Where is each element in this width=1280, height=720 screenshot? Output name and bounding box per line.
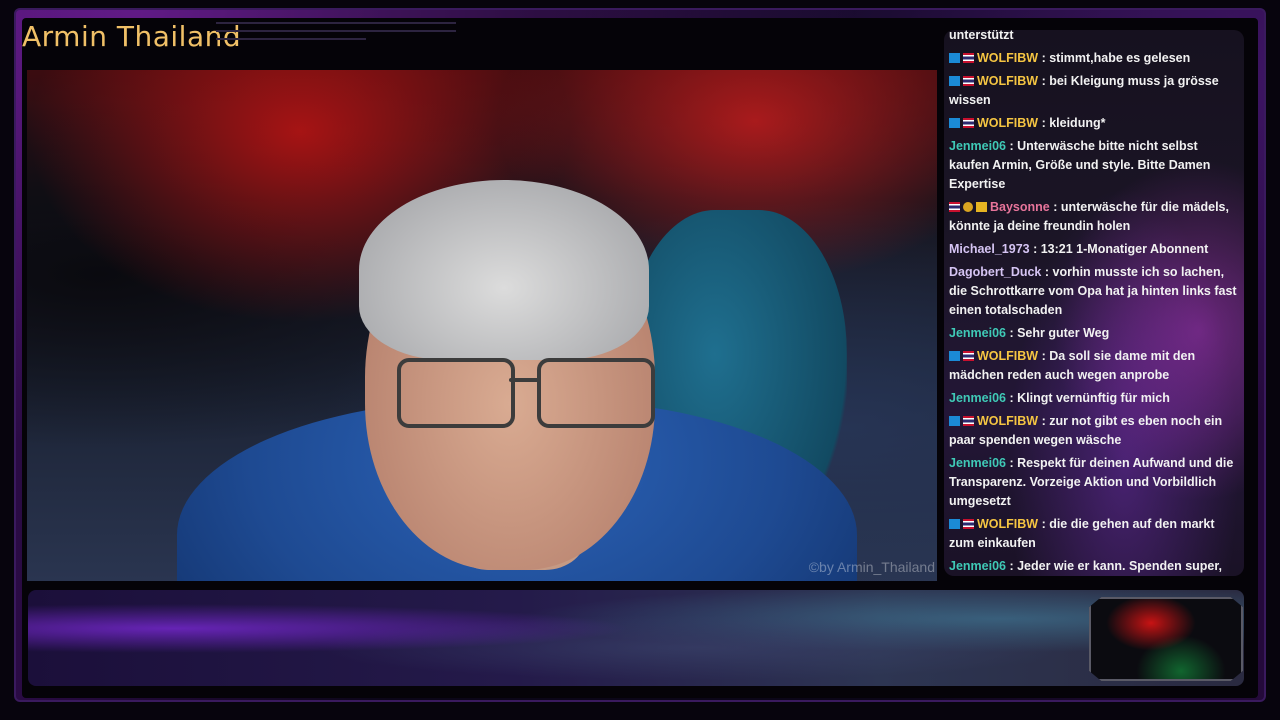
chat-username[interactable]: Michael_1973: [949, 242, 1030, 256]
chat-username[interactable]: WOLFIBW: [977, 517, 1038, 531]
badge-icon: [949, 416, 960, 426]
chat-separator: :: [1038, 349, 1050, 363]
glasses: [397, 358, 667, 428]
chat-separator: :: [1005, 391, 1018, 405]
chat-panel: unterstützt WOLFIBW : stimmt,habe es gel…: [944, 30, 1244, 576]
crown-icon: [976, 202, 987, 212]
chat-message: WOLFIBW : Da soll sie dame mit den mädch…: [949, 347, 1241, 385]
chat-separator: :: [1038, 517, 1050, 531]
chat-username[interactable]: Dagobert_Duck: [949, 265, 1041, 279]
chat-separator: :: [1005, 139, 1018, 153]
chat-message: Jenmei06 : Klingt vernünftig für mich: [949, 389, 1241, 408]
chat-separator: :: [1038, 51, 1050, 65]
chat-message: Michael_1973 : 13:21 1-Monatiger Abonnen…: [949, 240, 1241, 259]
chat-username[interactable]: Jenmei06: [949, 391, 1006, 405]
chat-message: Dagobert_Duck : vorhin musste ich so lac…: [949, 263, 1241, 320]
chat-username[interactable]: WOLFIBW: [977, 51, 1038, 65]
chat-message: WOLFIBW : bei Kleigung muss ja grösse wi…: [949, 72, 1241, 110]
chat-separator: :: [1005, 456, 1018, 470]
chat-username[interactable]: WOLFIBW: [977, 74, 1038, 88]
chat-separator: :: [1038, 116, 1050, 130]
chat-separator: :: [1029, 242, 1041, 256]
flag-icon: [963, 416, 974, 426]
chat-separator: :: [1038, 74, 1050, 88]
chat-username[interactable]: Jenmei06: [949, 559, 1006, 573]
chat-message: Jenmei06 : Unterwäsche bitte nicht selbs…: [949, 137, 1241, 194]
chat-separator: :: [1041, 265, 1053, 279]
streamer-hair: [359, 180, 649, 360]
badge-icon: [949, 76, 960, 86]
chat-message: WOLFIBW : kleidung*: [949, 114, 1241, 133]
bottom-banner: [28, 590, 1244, 686]
chat-partial-message: unterstützt: [949, 30, 1014, 42]
chat-text: kleidung*: [1049, 116, 1106, 130]
chat-username[interactable]: Jenmei06: [949, 456, 1006, 470]
chat-username[interactable]: Jenmei06: [949, 326, 1006, 340]
chat-separator: :: [1038, 414, 1050, 428]
chat-text: Klingt vernünftig für mich: [1017, 391, 1170, 405]
chat-separator: :: [1005, 326, 1018, 340]
chat-message: Baysonne : unterwäsche für die mädels, k…: [949, 198, 1241, 236]
chat-username[interactable]: WOLFIBW: [977, 349, 1038, 363]
chat-message-list: unterstützt WOLFIBW : stimmt,habe es gel…: [949, 30, 1241, 576]
chat-username[interactable]: Baysonne: [990, 200, 1050, 214]
flag-icon: [963, 519, 974, 529]
flag-icon: [963, 351, 974, 361]
coin-icon: [963, 202, 973, 212]
chat-separator: :: [1049, 200, 1061, 214]
chat-message: WOLFIBW : stimmt,habe es gelesen: [949, 49, 1241, 68]
chat-username[interactable]: Jenmei06: [949, 139, 1006, 153]
chat-separator: :: [1005, 559, 1018, 573]
chat-message: WOLFIBW : zur not gibt es eben noch ein …: [949, 412, 1241, 450]
chat-message: Jenmei06 : Respekt für deinen Aufwand un…: [949, 454, 1241, 511]
chat-text: 13:21 1-Monatiger Abonnent: [1040, 242, 1209, 256]
mini-camera-preview: [1089, 597, 1243, 681]
stream-title: Armin Thailand: [22, 20, 242, 53]
badge-icon: [949, 519, 960, 529]
chat-text: Sehr guter Weg: [1017, 326, 1110, 340]
chat-text: stimmt,habe es gelesen: [1049, 51, 1191, 65]
flag-icon: [963, 76, 974, 86]
flag-icon: [949, 202, 960, 212]
chat-message: WOLFIBW : die die gehen auf den markt zu…: [949, 515, 1241, 553]
flag-icon: [963, 53, 974, 63]
badge-icon: [949, 351, 960, 361]
webcam-video[interactable]: ©by Armin_Thailand: [27, 70, 937, 581]
chat-username[interactable]: WOLFIBW: [977, 116, 1038, 130]
chat-message: Jenmei06 : Sehr guter Weg: [949, 324, 1241, 343]
chat-message: Jenmei06 : Jeder wie er kann. Spenden su…: [949, 557, 1241, 576]
watermark: ©by Armin_Thailand: [808, 559, 935, 575]
chat-username[interactable]: WOLFIBW: [977, 414, 1038, 428]
badge-icon: [949, 53, 960, 63]
title-decoration: [216, 22, 456, 62]
flag-icon: [963, 118, 974, 128]
badge-icon: [949, 118, 960, 128]
